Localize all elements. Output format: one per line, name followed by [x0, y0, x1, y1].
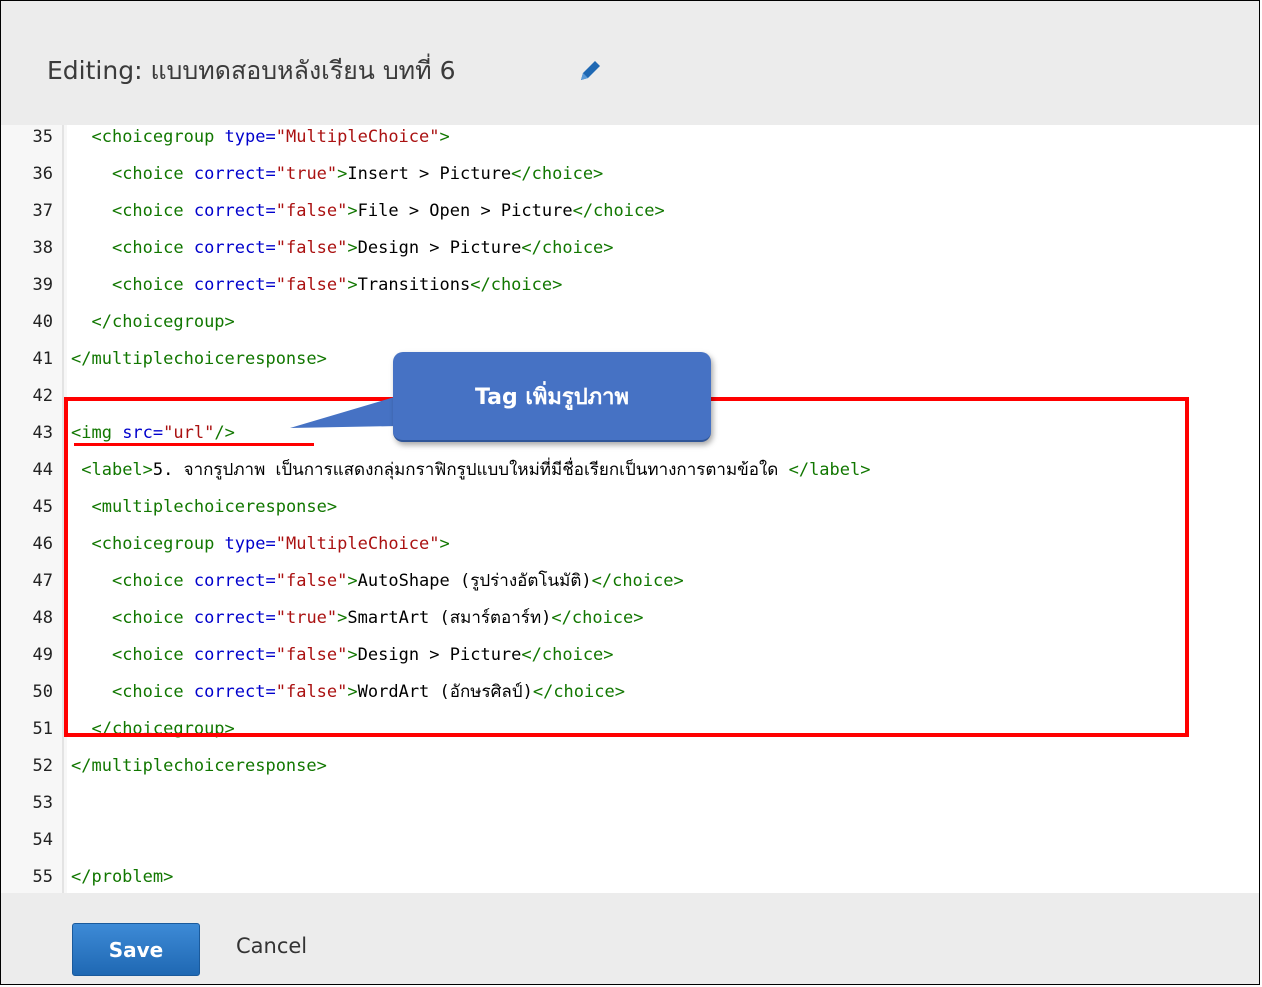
line-number: 47	[32, 571, 53, 591]
highlight-box	[64, 397, 1189, 737]
code-token: </choice>	[572, 201, 665, 221]
line-number: 45	[32, 497, 53, 517]
code-token: correct=	[193, 201, 276, 221]
code-line[interactable]: 37 <choice correct="false">File > Open >…	[1, 193, 1251, 230]
code-text: </multiplechoiceresponse>	[71, 748, 327, 785]
line-number: 55	[32, 867, 53, 887]
code-token: "false"	[275, 238, 348, 258]
pencil-icon[interactable]	[577, 58, 603, 84]
code-token: >	[347, 201, 358, 221]
code-token: "true"	[275, 164, 338, 184]
code-token: File > Open > Picture	[357, 201, 573, 221]
callout-label: Tag เพิ่มรูปภาพ	[474, 384, 630, 410]
code-token: type=	[224, 127, 276, 147]
code-line[interactable]: 52 </multiplechoiceresponse>	[1, 748, 1251, 785]
line-number: 42	[32, 386, 53, 406]
line-number: 44	[32, 460, 53, 480]
code-line[interactable]: 53	[1, 785, 1251, 822]
page-title: Editing: แบบทดสอบหลังเรียน บทที่ 6	[47, 56, 456, 85]
code-line[interactable]: 36 <choice correct="true">Insert > Pictu…	[1, 156, 1251, 193]
code-token: <choice	[111, 164, 194, 184]
line-number: 54	[32, 830, 53, 850]
cancel-button[interactable]: Cancel	[236, 934, 307, 958]
callout-bubble: Tag เพิ่มรูปภาพ	[393, 352, 711, 442]
code-line[interactable]: 38 <choice correct="false">Design > Pict…	[1, 230, 1251, 267]
code-token: </multiplechoiceresponse>	[71, 349, 327, 369]
line-number: 35	[32, 127, 53, 147]
code-token: Insert > Picture	[347, 164, 512, 184]
code-token: <choice	[111, 201, 194, 221]
line-number: 49	[32, 645, 53, 665]
line-number: 38	[32, 238, 53, 258]
line-number: 41	[32, 349, 53, 369]
code-line[interactable]: 55 </problem>	[1, 859, 1251, 896]
code-text: <choice correct="true">Insert > Picture<…	[71, 156, 603, 193]
code-token: >	[347, 238, 358, 258]
code-token: "MultipleChoice"	[275, 127, 440, 147]
code-token: </multiplechoiceresponse>	[71, 756, 327, 776]
line-number: 48	[32, 608, 53, 628]
code-text: <choice correct="false">File > Open > Pi…	[71, 193, 665, 230]
line-number: 39	[32, 275, 53, 295]
code-token: <choice	[111, 238, 194, 258]
line-number: 50	[32, 682, 53, 702]
line-number: 51	[32, 719, 53, 739]
code-line[interactable]: 35 <choicegroup type="MultipleChoice">	[1, 119, 1251, 156]
code-text: </problem>	[71, 859, 173, 896]
code-text: <choice correct="false">Transitions</cho…	[71, 267, 562, 304]
code-text: <choice correct="false">Design > Picture…	[71, 230, 614, 267]
line-number: 53	[32, 793, 53, 813]
code-token: correct=	[193, 238, 276, 258]
code-token: </choice>	[521, 238, 614, 258]
code-line[interactable]: 39 <choice correct="false">Transitions</…	[1, 267, 1251, 304]
code-token: </choice>	[511, 164, 604, 184]
code-token: "false"	[275, 275, 348, 295]
code-line[interactable]: 54	[1, 822, 1251, 859]
line-number: 40	[32, 312, 53, 332]
code-text: </multiplechoiceresponse>	[71, 341, 327, 378]
line-number: 36	[32, 164, 53, 184]
highlight-underline	[74, 443, 314, 446]
code-token: correct=	[193, 275, 276, 295]
code-token: >	[337, 164, 348, 184]
line-number: 43	[32, 423, 53, 443]
code-token: Transitions	[357, 275, 471, 295]
code-token: "false"	[275, 201, 348, 221]
code-token: >	[439, 127, 450, 147]
dialog-header: Editing: แบบทดสอบหลังเรียน บทที่ 6	[1, 1, 1259, 125]
code-token: Design > Picture	[357, 238, 522, 258]
code-text: </choicegroup>	[71, 304, 235, 341]
code-line[interactable]: 40 </choicegroup>	[1, 304, 1251, 341]
code-token: </problem>	[71, 867, 174, 887]
save-button[interactable]: Save	[72, 923, 200, 976]
code-token: </choice>	[470, 275, 563, 295]
code-token: >	[347, 275, 358, 295]
code-token: correct=	[193, 164, 276, 184]
code-token: <choicegroup	[91, 127, 225, 147]
callout-pointer	[290, 396, 398, 428]
code-token: <choice	[111, 275, 194, 295]
code-text: <choicegroup type="MultipleChoice">	[71, 119, 450, 156]
code-token: </choicegroup>	[91, 312, 235, 332]
line-number: 52	[32, 756, 53, 776]
line-number: 46	[32, 534, 53, 554]
line-number: 37	[32, 201, 53, 221]
